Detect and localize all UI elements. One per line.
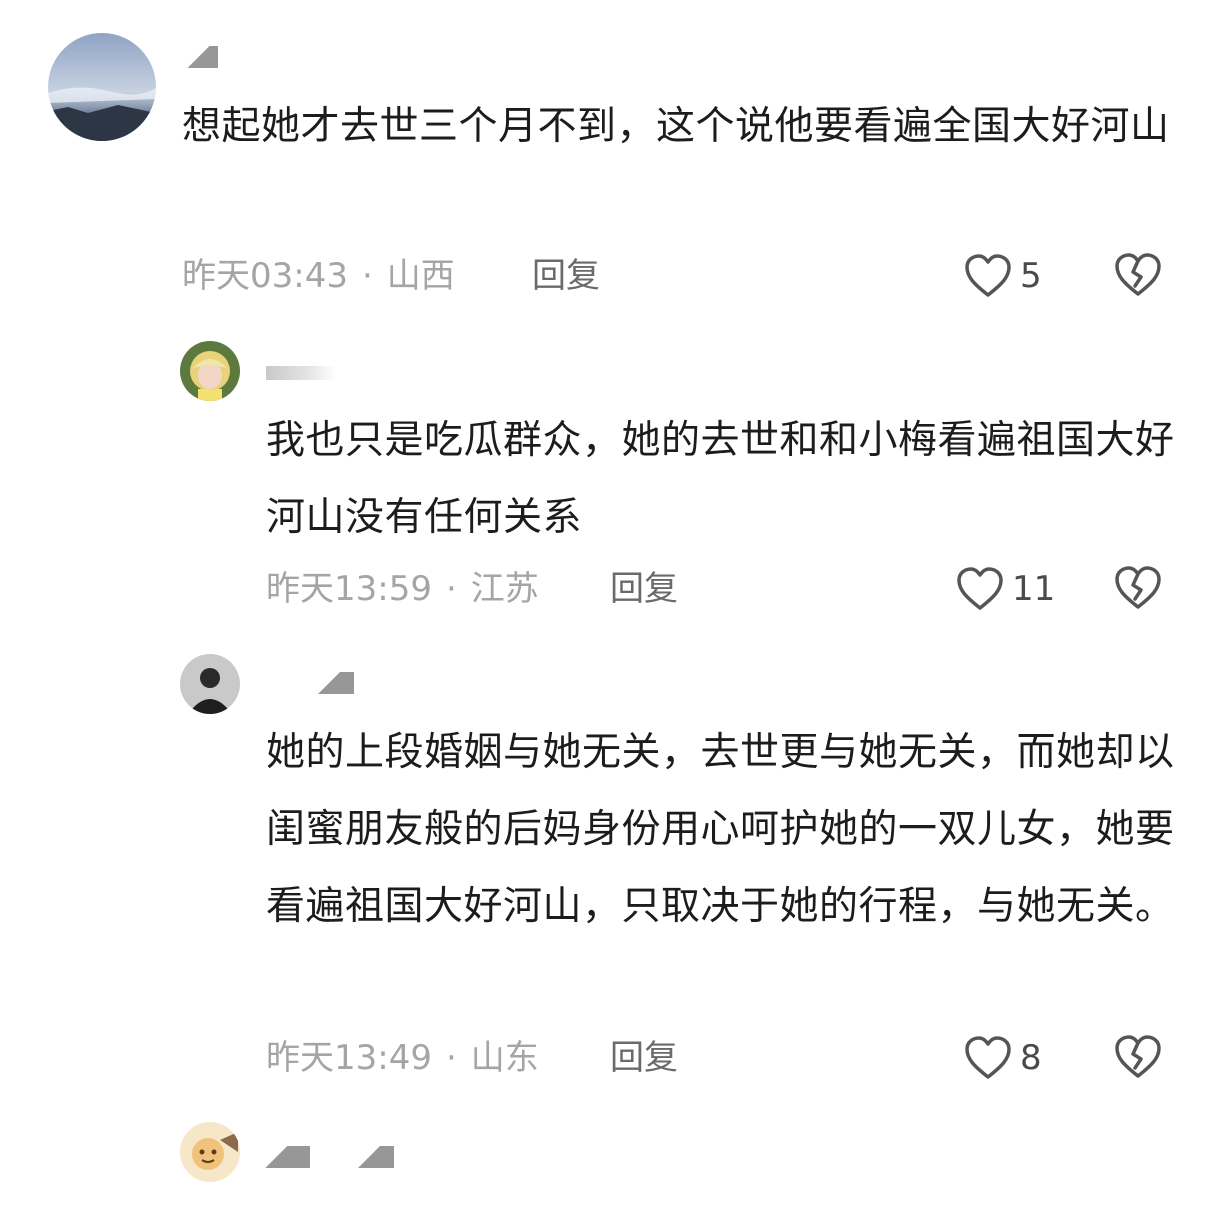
like-button[interactable]: 11 bbox=[956, 565, 1055, 613]
comment-time: 昨天13:49 bbox=[266, 1038, 432, 1078]
broken-heart-icon bbox=[1115, 253, 1161, 296]
avatar[interactable] bbox=[180, 654, 240, 714]
dislike-button[interactable] bbox=[1114, 565, 1162, 613]
like-count: 5 bbox=[1020, 256, 1042, 296]
comment-item: 想起她才去世三个月不到，这个说他要看遍全国大好河山 昨天03:43 · 山西 回复 … bbox=[0, 0, 1220, 320]
broken-heart-icon bbox=[1115, 1035, 1161, 1078]
comment-meta: 昨天13:59 · 江苏 bbox=[266, 569, 539, 609]
like-count: 11 bbox=[1012, 569, 1056, 609]
comment-location: 江苏 bbox=[470, 569, 539, 609]
separator: · bbox=[445, 1038, 457, 1078]
comment-location: 山东 bbox=[470, 1038, 539, 1078]
username-redacted[interactable] bbox=[266, 356, 346, 388]
redacted-mask bbox=[184, 45, 218, 68]
comment-meta: 昨天13:49 · 山东 bbox=[266, 1038, 539, 1078]
like-button[interactable]: 8 bbox=[964, 1034, 1042, 1082]
heart-outline-icon bbox=[957, 567, 1003, 610]
reply-button[interactable]: 回复 bbox=[610, 569, 678, 609]
username-redacted[interactable] bbox=[266, 666, 386, 698]
comment-meta: 昨天03:43 · 山西 bbox=[182, 256, 455, 296]
dislike-button[interactable] bbox=[1114, 252, 1162, 300]
comment-location: 山西 bbox=[386, 256, 455, 296]
comment-text: 她的上段婚姻与她无关，去世更与她无关，而她却以闺蜜朋友般的后妈身份用心呵护她的一… bbox=[266, 730, 1175, 929]
redacted-mask bbox=[310, 671, 354, 694]
broken-heart-icon bbox=[1115, 566, 1161, 609]
comment-text: 想起她才去世三个月不到，这个说他要看遍全国大好河山 bbox=[182, 104, 1170, 149]
heart-outline-icon bbox=[965, 1036, 1011, 1079]
reply-button[interactable]: 回复 bbox=[532, 256, 600, 296]
avatar[interactable] bbox=[180, 1122, 240, 1182]
avatar[interactable] bbox=[180, 341, 240, 401]
comment-text: 我也只是吃瓜群众，她的去世和和小梅看遍祖国大好河山没有任何关系 bbox=[266, 418, 1175, 540]
redacted-mask bbox=[266, 365, 336, 380]
comment-time: 昨天03:43 bbox=[182, 256, 348, 296]
comment-item: 我也只是吃瓜群众，她的去世和和小梅看遍祖国大好河山没有任何关系 昨天13:59 ·… bbox=[0, 320, 1220, 640]
comment-item: 她的上段婚姻与她无关，去世更与她无关，而她却以闺蜜朋友般的后妈身份用心呵护她的一… bbox=[0, 640, 1220, 1100]
like-count: 8 bbox=[1020, 1038, 1042, 1078]
comment-time: 昨天13:59 bbox=[266, 569, 432, 609]
separator: · bbox=[361, 256, 373, 296]
username-redacted[interactable] bbox=[250, 1140, 420, 1172]
username-redacted[interactable] bbox=[184, 40, 244, 72]
avatar[interactable] bbox=[48, 33, 156, 141]
like-button[interactable]: 5 bbox=[964, 252, 1042, 300]
redacted-mask bbox=[250, 1145, 310, 1168]
dislike-button[interactable] bbox=[1114, 1034, 1162, 1082]
redacted-mask bbox=[350, 1145, 394, 1168]
separator: · bbox=[445, 569, 457, 609]
reply-button[interactable]: 回复 bbox=[610, 1038, 678, 1078]
comment-item bbox=[0, 1100, 1220, 1207]
heart-outline-icon bbox=[965, 254, 1011, 297]
